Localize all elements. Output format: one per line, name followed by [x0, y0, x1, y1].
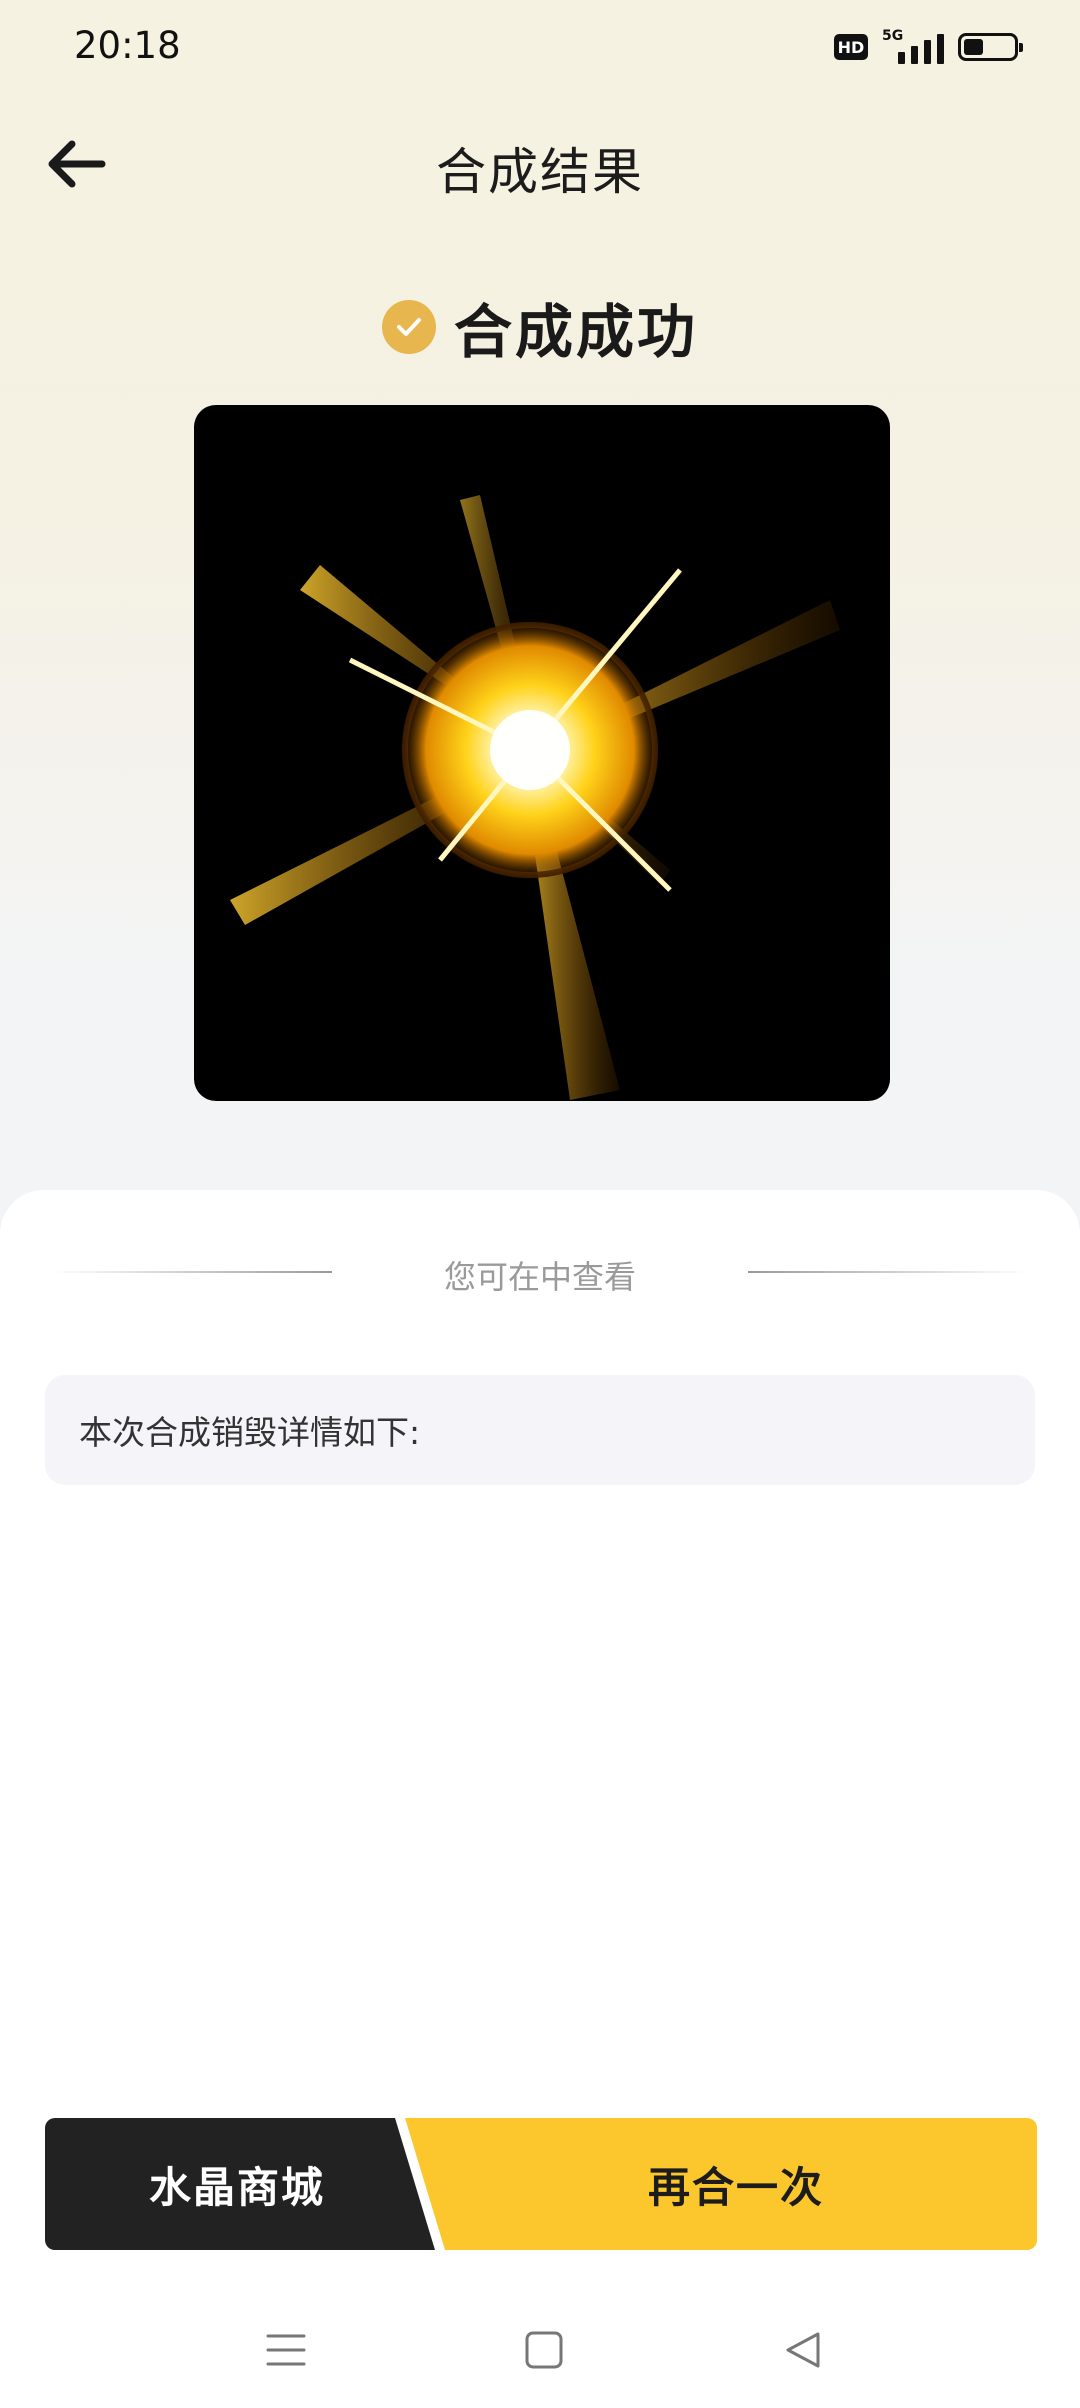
- result-status-text: 合成成功: [453, 298, 698, 366]
- home-nav-button[interactable]: [516, 2322, 572, 2378]
- menu-nav-button[interactable]: [258, 2322, 314, 2378]
- back-nav-button[interactable]: [774, 2322, 830, 2378]
- page-title: 合成结果: [436, 143, 644, 201]
- divider-line-right: [748, 1271, 1028, 1273]
- status-icons: HD 5G: [834, 28, 1023, 64]
- crystal-shop-button[interactable]: 水晶商城: [45, 2118, 435, 2250]
- synthesize-again-button[interactable]: 再合一次: [405, 2118, 1037, 2250]
- system-nav-bar: [0, 2300, 1080, 2390]
- light-burst-image: [230, 495, 840, 1100]
- result-status: 合成成功: [0, 285, 1080, 369]
- signal-icon: 5G: [882, 28, 944, 64]
- result-item-image: [194, 405, 890, 1101]
- battery-level-fill: [964, 39, 983, 55]
- menu-icon: [266, 2334, 306, 2366]
- square-home-icon: [525, 2331, 563, 2369]
- destroy-detail-title: 本次合成销毁详情如下:: [79, 1413, 421, 1452]
- destroy-detail-box: 本次合成销毁详情如下:: [45, 1375, 1035, 1485]
- hd-icon: HD: [834, 34, 868, 60]
- hint-text: 您可在中查看: [443, 1258, 636, 1296]
- battery-icon: [958, 33, 1023, 61]
- check-circle-icon: [381, 300, 436, 354]
- status-time: 20:18: [74, 24, 181, 67]
- triangle-back-icon: [786, 2332, 820, 2368]
- hint-divider: 您可在中查看: [0, 1252, 1080, 1296]
